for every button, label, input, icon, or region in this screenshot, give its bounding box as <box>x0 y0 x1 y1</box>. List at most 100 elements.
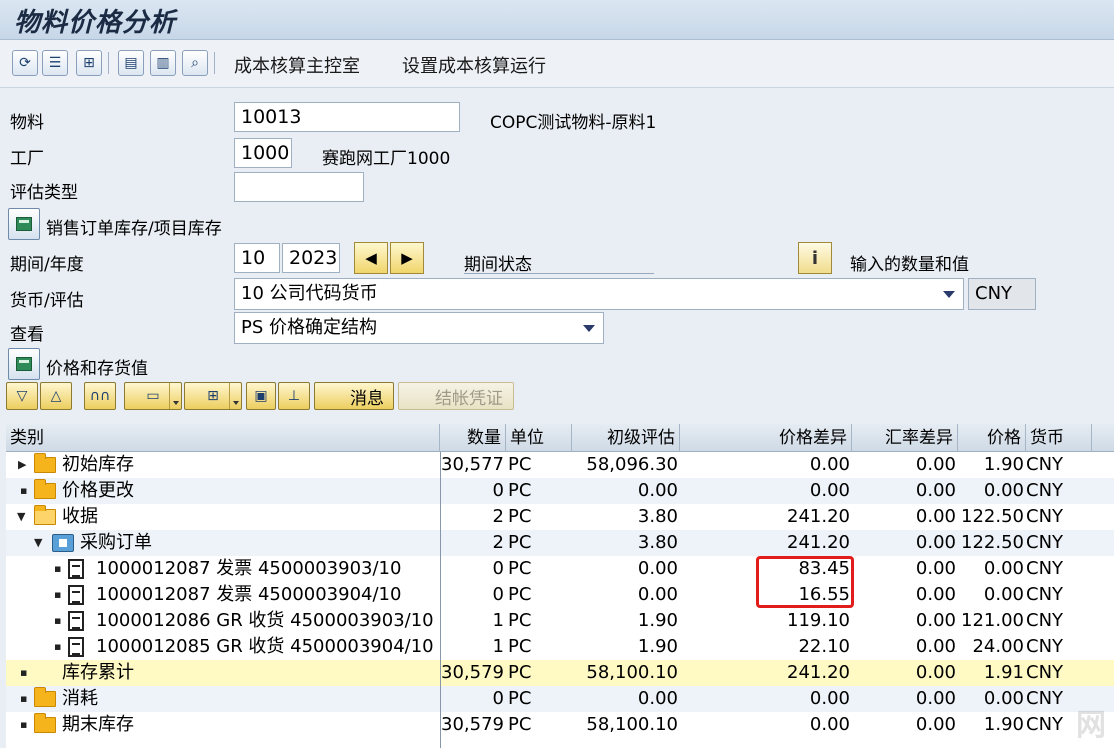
tree-expand-icon[interactable]: ▶ <box>18 452 26 478</box>
costing-cockpit-link[interactable]: 成本核算主控室 <box>234 52 360 78</box>
column-header-primary-valuation[interactable]: 初级评估 <box>572 424 680 452</box>
columns-icon[interactable]: ▥ <box>150 50 176 76</box>
find-button[interactable]: ∩∩ <box>84 382 116 410</box>
collapse-icon: △ <box>50 388 62 404</box>
tree-leaf-icon: ▪ <box>54 588 62 601</box>
previous-period-button[interactable]: ◀ <box>354 242 388 274</box>
sales-stock-toggle-button[interactable] <box>8 208 40 240</box>
tree-toggle-icon <box>16 357 32 371</box>
cell-exchange-difference: 0.00 <box>915 688 956 709</box>
tree-leaf-icon: ▪ <box>54 614 62 627</box>
cell-quantity: 30,577 <box>441 454 504 475</box>
column-header-category[interactable]: 类别 <box>6 424 440 452</box>
table-row[interactable]: ▪ 1000012087 发票 4500003904/10 0 PC 0.00 16.55… <box>6 582 1114 608</box>
cell-exchange-difference: 0.00 <box>915 636 956 657</box>
info-button[interactable]: i <box>798 242 832 274</box>
alv-toolbar: ▽ △ ∩∩ ▭ ⊞ ▣ ⊥ 消息 结帐凭证 <box>0 380 1114 414</box>
cell-quantity: 1 <box>492 610 504 631</box>
cell-primary-valuation: 58,096.30 <box>586 454 678 475</box>
binoculars-icon: ∩∩ <box>89 388 111 404</box>
cell-category: 收据 <box>62 506 98 527</box>
cell-category: 价格更改 <box>62 480 134 501</box>
print-button[interactable]: ▭ <box>124 382 182 410</box>
currency-label: 货币/评估 <box>10 291 84 311</box>
cell-primary-valuation: 0.00 <box>637 688 678 709</box>
tree-collapse-icon[interactable]: ▼ <box>17 504 25 530</box>
cell-primary-valuation: 0.00 <box>637 480 678 501</box>
column-header-price-difference[interactable]: 价格差异 <box>680 424 852 452</box>
cell-quantity: 0 <box>492 480 504 501</box>
column-header-unit[interactable]: 单位 <box>506 424 572 452</box>
cell-unit: PC <box>508 714 532 735</box>
period-input[interactable]: 10 <box>234 243 280 273</box>
cell-exchange-difference: 0.00 <box>915 454 956 475</box>
hierarchy-icon: ⊥ <box>287 388 301 404</box>
refresh-icon[interactable]: ⟳ <box>12 50 38 76</box>
search-detail-icon[interactable]: ⌕ <box>182 50 208 76</box>
collapse-all-button[interactable]: △ <box>40 382 72 410</box>
table-row[interactable]: ▪ 库存累计 30,579 PC 58,100.10 241.20 0.00 1.91 CNY <box>6 660 1114 686</box>
layout-button[interactable]: ⊞ <box>184 382 242 410</box>
table-row[interactable]: ▪ 消耗 0 PC 0.00 0.00 0.00 0.00 CNY <box>6 686 1114 712</box>
price-analysis-table: 类别 数量 单位 初级评估 价格差异 汇率差异 价格 货币 ▶ 初始库存 30,57… <box>6 424 1114 748</box>
folder-open-icon <box>34 505 56 525</box>
chevron-down-icon <box>229 383 241 409</box>
table-row[interactable]: ▪ 价格更改 0 PC 0.00 0.00 0.00 0.00 CNY <box>6 478 1114 504</box>
cell-quantity: 0 <box>492 558 504 579</box>
column-header-price[interactable]: 价格 <box>958 424 1026 452</box>
cell-currency: CNY <box>1026 610 1064 631</box>
chevron-down-icon <box>169 383 181 409</box>
year-input[interactable]: 2023 <box>282 243 340 273</box>
print-icon[interactable]: ▤ <box>118 50 144 76</box>
expand-all-button[interactable]: ▽ <box>6 382 38 410</box>
costing-run-link[interactable]: 设置成本核算运行 <box>402 52 546 78</box>
view-select[interactable]: PS 价格确定结构 <box>234 312 604 344</box>
table-row[interactable]: ▶ 初始库存 30,577 PC 58,096.30 0.00 0.00 1.90 CNY <box>6 452 1114 478</box>
plant-description: 赛跑网工厂1000 <box>322 149 451 169</box>
cell-price: 0.00 <box>983 688 1024 709</box>
table-row[interactable]: ▪ 1000012085 GR 收货 4500003904/10 1 PC 1.90 22… <box>6 634 1114 660</box>
cell-primary-valuation: 1.90 <box>637 636 678 657</box>
cell-primary-valuation: 58,100.10 <box>586 714 678 735</box>
table-row[interactable]: ▪ 期末库存 30,579 PC 58,100.10 0.00 0.00 1.90 CNY <box>6 712 1114 738</box>
list-icon[interactable]: ☰ <box>42 50 68 76</box>
qty-values-label: 输入的数量和值 <box>850 255 969 275</box>
next-period-button[interactable]: ▶ <box>390 242 424 274</box>
cell-exchange-difference: 0.00 <box>915 662 956 683</box>
table-row[interactable]: ▼ 收据 2 PC 3.80 241.20 0.00 122.50 CNY <box>6 504 1114 530</box>
cell-primary-valuation: 58,100.10 <box>586 662 678 683</box>
valuation-type-input[interactable] <box>234 172 364 202</box>
currency-code-field: CNY <box>968 278 1036 310</box>
cell-category: 1000012087 发票 4500003904/10 <box>96 584 402 605</box>
cell-price-difference: 119.10 <box>787 610 850 631</box>
cell-unit: PC <box>508 636 532 657</box>
tree-collapse-icon[interactable]: ▼ <box>34 530 42 556</box>
cell-exchange-difference: 0.00 <box>915 532 956 553</box>
tree-leaf-icon: ▪ <box>54 562 62 575</box>
column-header-exchange-difference[interactable]: 汇率差异 <box>852 424 958 452</box>
hierarchy-button[interactable]: ⊥ <box>278 382 310 410</box>
plant-input[interactable]: 1000 <box>234 138 292 168</box>
tree-leaf-icon: ▪ <box>20 718 28 731</box>
display-document-button[interactable]: ▣ <box>246 382 276 410</box>
hierarchy-icon[interactable]: ⊞ <box>76 50 102 76</box>
cell-unit: PC <box>508 480 532 501</box>
currency-select[interactable]: 10 公司代码货币 <box>234 278 964 310</box>
cell-price: 0.00 <box>983 584 1024 605</box>
cell-price: 1.90 <box>983 454 1024 475</box>
folder-icon <box>34 687 56 707</box>
cell-price: 1.91 <box>983 662 1024 683</box>
price-stock-toggle-button[interactable] <box>8 348 40 380</box>
column-header-currency[interactable]: 货币 <box>1026 424 1092 452</box>
column-header-quantity[interactable]: 数量 <box>440 424 506 452</box>
table-row[interactable]: ▪ 1000012087 发票 4500003903/10 0 PC 0.00 83.45… <box>6 556 1114 582</box>
table-row[interactable]: ▼ 采购订单 2 PC 3.80 241.20 0.00 122.50 CNY <box>6 530 1114 556</box>
period-status-underline <box>464 273 654 274</box>
tree-leaf-icon: ▪ <box>20 484 28 497</box>
watermark: 网 <box>1076 708 1108 743</box>
table-row[interactable]: ▪ 1000012086 GR 收货 4500003903/10 1 PC 1.90 11… <box>6 608 1114 634</box>
cell-price-difference: 241.20 <box>787 532 850 553</box>
material-input[interactable]: 10013 <box>234 102 460 132</box>
message-button[interactable]: 消息 <box>314 382 394 410</box>
sales-stock-label: 销售订单库存/项目库存 <box>46 219 222 239</box>
